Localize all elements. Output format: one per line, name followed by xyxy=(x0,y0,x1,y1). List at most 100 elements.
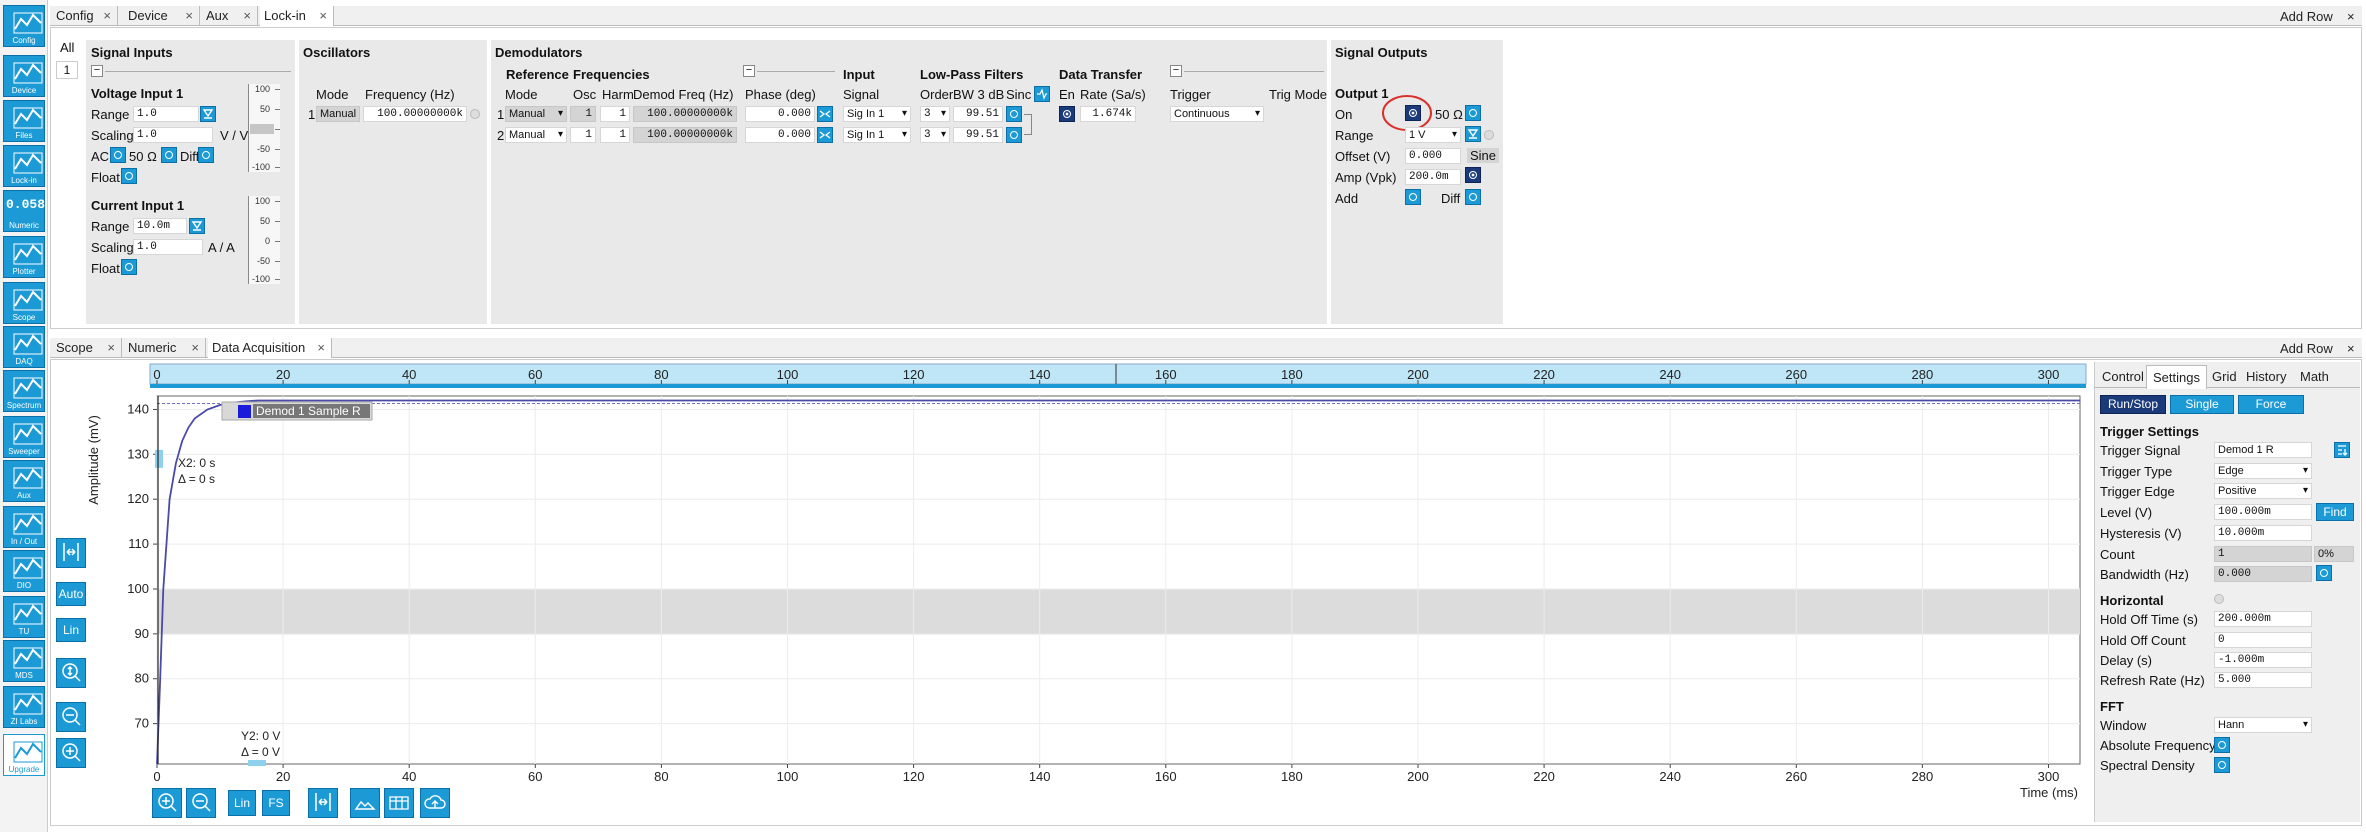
cloud-upload-button[interactable] xyxy=(420,788,450,818)
window-select[interactable]: Hann xyxy=(2214,717,2312,733)
sidebar-item-plotter[interactable]: Plotter xyxy=(3,236,45,278)
sidebar-item-config[interactable]: Config xyxy=(3,5,45,47)
tab-numeric[interactable]: Numeric × xyxy=(124,338,206,358)
demod1-bw-input[interactable]: 99.51 xyxy=(953,106,1003,122)
tab-grid[interactable]: Grid xyxy=(2206,365,2243,389)
count-input[interactable]: 1 xyxy=(2214,546,2312,562)
demod1-order-select[interactable]: 3 xyxy=(920,106,950,122)
bandwidth-input[interactable]: 0.000 xyxy=(2214,566,2312,582)
save-data-button[interactable] xyxy=(384,788,414,818)
output-impedance-toggle[interactable] xyxy=(1465,105,1481,121)
hysteresis-input[interactable]: 10.000m xyxy=(2214,525,2312,541)
output-auto-range-button[interactable] xyxy=(1465,126,1481,142)
delay-input[interactable]: -1.000m xyxy=(2214,652,2312,668)
demod1-trigger-select[interactable]: Continuous xyxy=(1170,106,1264,122)
osc-frequency-input[interactable]: 100.00000000k xyxy=(363,106,467,122)
zoom-in-x-button[interactable] xyxy=(152,788,182,818)
sidebar-item-scope[interactable]: Scope xyxy=(3,282,45,324)
demod1-enable-toggle[interactable] xyxy=(1059,106,1075,122)
current-scaling-input[interactable]: 1.0 xyxy=(133,239,203,255)
demod2-filter-lock[interactable] xyxy=(1006,127,1022,143)
force-button[interactable]: Force xyxy=(2238,395,2304,414)
phase-zero-button[interactable] xyxy=(817,127,833,143)
lin-x-button[interactable]: Lin xyxy=(228,790,256,816)
collapse-button[interactable]: − xyxy=(91,65,103,77)
float-toggle[interactable] xyxy=(121,168,137,184)
zoom-in-y-button[interactable] xyxy=(56,738,86,768)
demod2-osc-input[interactable]: 1 xyxy=(570,127,596,143)
level-input[interactable]: 100.000m xyxy=(2214,504,2312,520)
fs-button[interactable]: FS xyxy=(262,790,290,816)
range-input[interactable]: 1.0 xyxy=(133,106,199,122)
sidebar-item-lock-in[interactable]: Lock-in xyxy=(3,145,45,187)
run-stop-button[interactable]: Run/Stop xyxy=(2100,395,2166,414)
output-range-select[interactable]: 1 V xyxy=(1405,127,1461,143)
close-icon[interactable]: × xyxy=(2347,9,2355,24)
sidebar-item-daq[interactable]: DAQ xyxy=(3,326,45,368)
tab-scope[interactable]: Scope × xyxy=(52,338,122,358)
offset-input[interactable]: 0.000 xyxy=(1405,148,1461,164)
ac-toggle[interactable] xyxy=(110,147,126,163)
collapse-button[interactable]: − xyxy=(1170,65,1182,77)
sidebar-item-device[interactable]: Device xyxy=(3,55,45,97)
sidebar-item-zi-labs[interactable]: ZI Labs xyxy=(3,686,45,728)
close-icon[interactable]: × xyxy=(317,338,325,358)
zoom-out-x-button[interactable] xyxy=(186,788,216,818)
phase-zero-button[interactable] xyxy=(817,106,833,122)
tab-lockin[interactable]: Lock-in × xyxy=(260,6,334,26)
refresh-rate-input[interactable]: 5.000 xyxy=(2214,672,2312,688)
sidebar-item-aux[interactable]: Aux xyxy=(3,460,45,502)
row-index[interactable]: 1 xyxy=(56,61,78,79)
sidebar-item-sweeper[interactable]: Sweeper xyxy=(3,416,45,458)
trigger-edge-select[interactable]: Positive xyxy=(2214,483,2312,499)
close-icon[interactable]: × xyxy=(191,338,199,358)
demod1-harm-input[interactable]: 1 xyxy=(600,106,630,122)
bandwidth-auto-toggle[interactable] xyxy=(2316,565,2332,581)
close-icon[interactable]: × xyxy=(2347,341,2355,356)
abs-freq-toggle[interactable] xyxy=(2214,737,2230,753)
close-icon[interactable]: × xyxy=(103,6,111,26)
demod2-phase-input[interactable]: 0.000 xyxy=(745,127,815,143)
sidebar-item-in-out[interactable]: In / Out xyxy=(3,506,45,548)
save-image-button[interactable] xyxy=(350,788,380,818)
current-range-input[interactable]: 10.0m xyxy=(133,218,187,234)
hold-off-time-input[interactable]: 200.000m xyxy=(2214,611,2312,627)
sidebar-item-numeric[interactable]: 0.058 Numeric xyxy=(3,190,45,232)
sidebar-item-tu[interactable]: TU xyxy=(3,596,45,638)
demod1-filter-lock[interactable] xyxy=(1006,106,1022,122)
demod1-phase-input[interactable]: 0.000 xyxy=(745,106,815,122)
y-cursor-handle[interactable] xyxy=(248,760,266,766)
add-toggle[interactable] xyxy=(1405,189,1421,205)
x-cursor-handle[interactable] xyxy=(155,449,163,468)
amp-input[interactable]: 200.0m xyxy=(1405,169,1461,185)
tab-aux[interactable]: Aux × xyxy=(202,6,258,26)
close-icon[interactable]: × xyxy=(243,6,251,26)
tab-control[interactable]: Control xyxy=(2096,365,2150,389)
demod2-order-select[interactable]: 3 xyxy=(920,127,950,143)
tab-config[interactable]: Config × xyxy=(52,6,118,26)
output-diff-toggle[interactable] xyxy=(1465,189,1481,205)
x-cursor-button[interactable] xyxy=(308,788,338,818)
impedance-toggle[interactable] xyxy=(161,147,177,163)
zoom-fit-y-button[interactable] xyxy=(56,658,86,688)
sidebar-item-spectrum[interactable]: Spectrum xyxy=(3,370,45,412)
tab-data-acquisition[interactable]: Data Acquisition × xyxy=(208,338,332,358)
cursor-tool-button[interactable] xyxy=(56,538,86,568)
sidebar-item-dio[interactable]: DIO xyxy=(3,550,45,592)
trigger-type-select[interactable]: Edge xyxy=(2214,463,2312,479)
tab-math[interactable]: Math xyxy=(2294,365,2335,389)
scaling-input[interactable]: 1.0 xyxy=(133,127,213,143)
sidebar-item-mds[interactable]: MDS xyxy=(3,640,45,682)
collapse-button[interactable]: − xyxy=(743,65,755,77)
osc-mode-select[interactable]: Manual xyxy=(316,106,360,122)
sinc-filter-button[interactable] xyxy=(1034,86,1050,102)
zoom-out-y-button[interactable] xyxy=(56,702,86,732)
close-icon[interactable]: × xyxy=(185,6,193,26)
add-row-button[interactable]: Add Row xyxy=(2280,341,2333,356)
daq-plot[interactable]: 0 0 20 20 40 40 60 60 80 80 100 100 120 120 140 140 160 1… xyxy=(52,362,2092,822)
auto-range-button[interactable] xyxy=(200,106,216,122)
add-row-button[interactable]: Add Row xyxy=(2280,9,2333,24)
hold-off-count-input[interactable]: 0 xyxy=(2214,632,2312,648)
current-auto-range-button[interactable] xyxy=(189,218,205,234)
lin-scale-button[interactable]: Lin xyxy=(56,618,86,642)
